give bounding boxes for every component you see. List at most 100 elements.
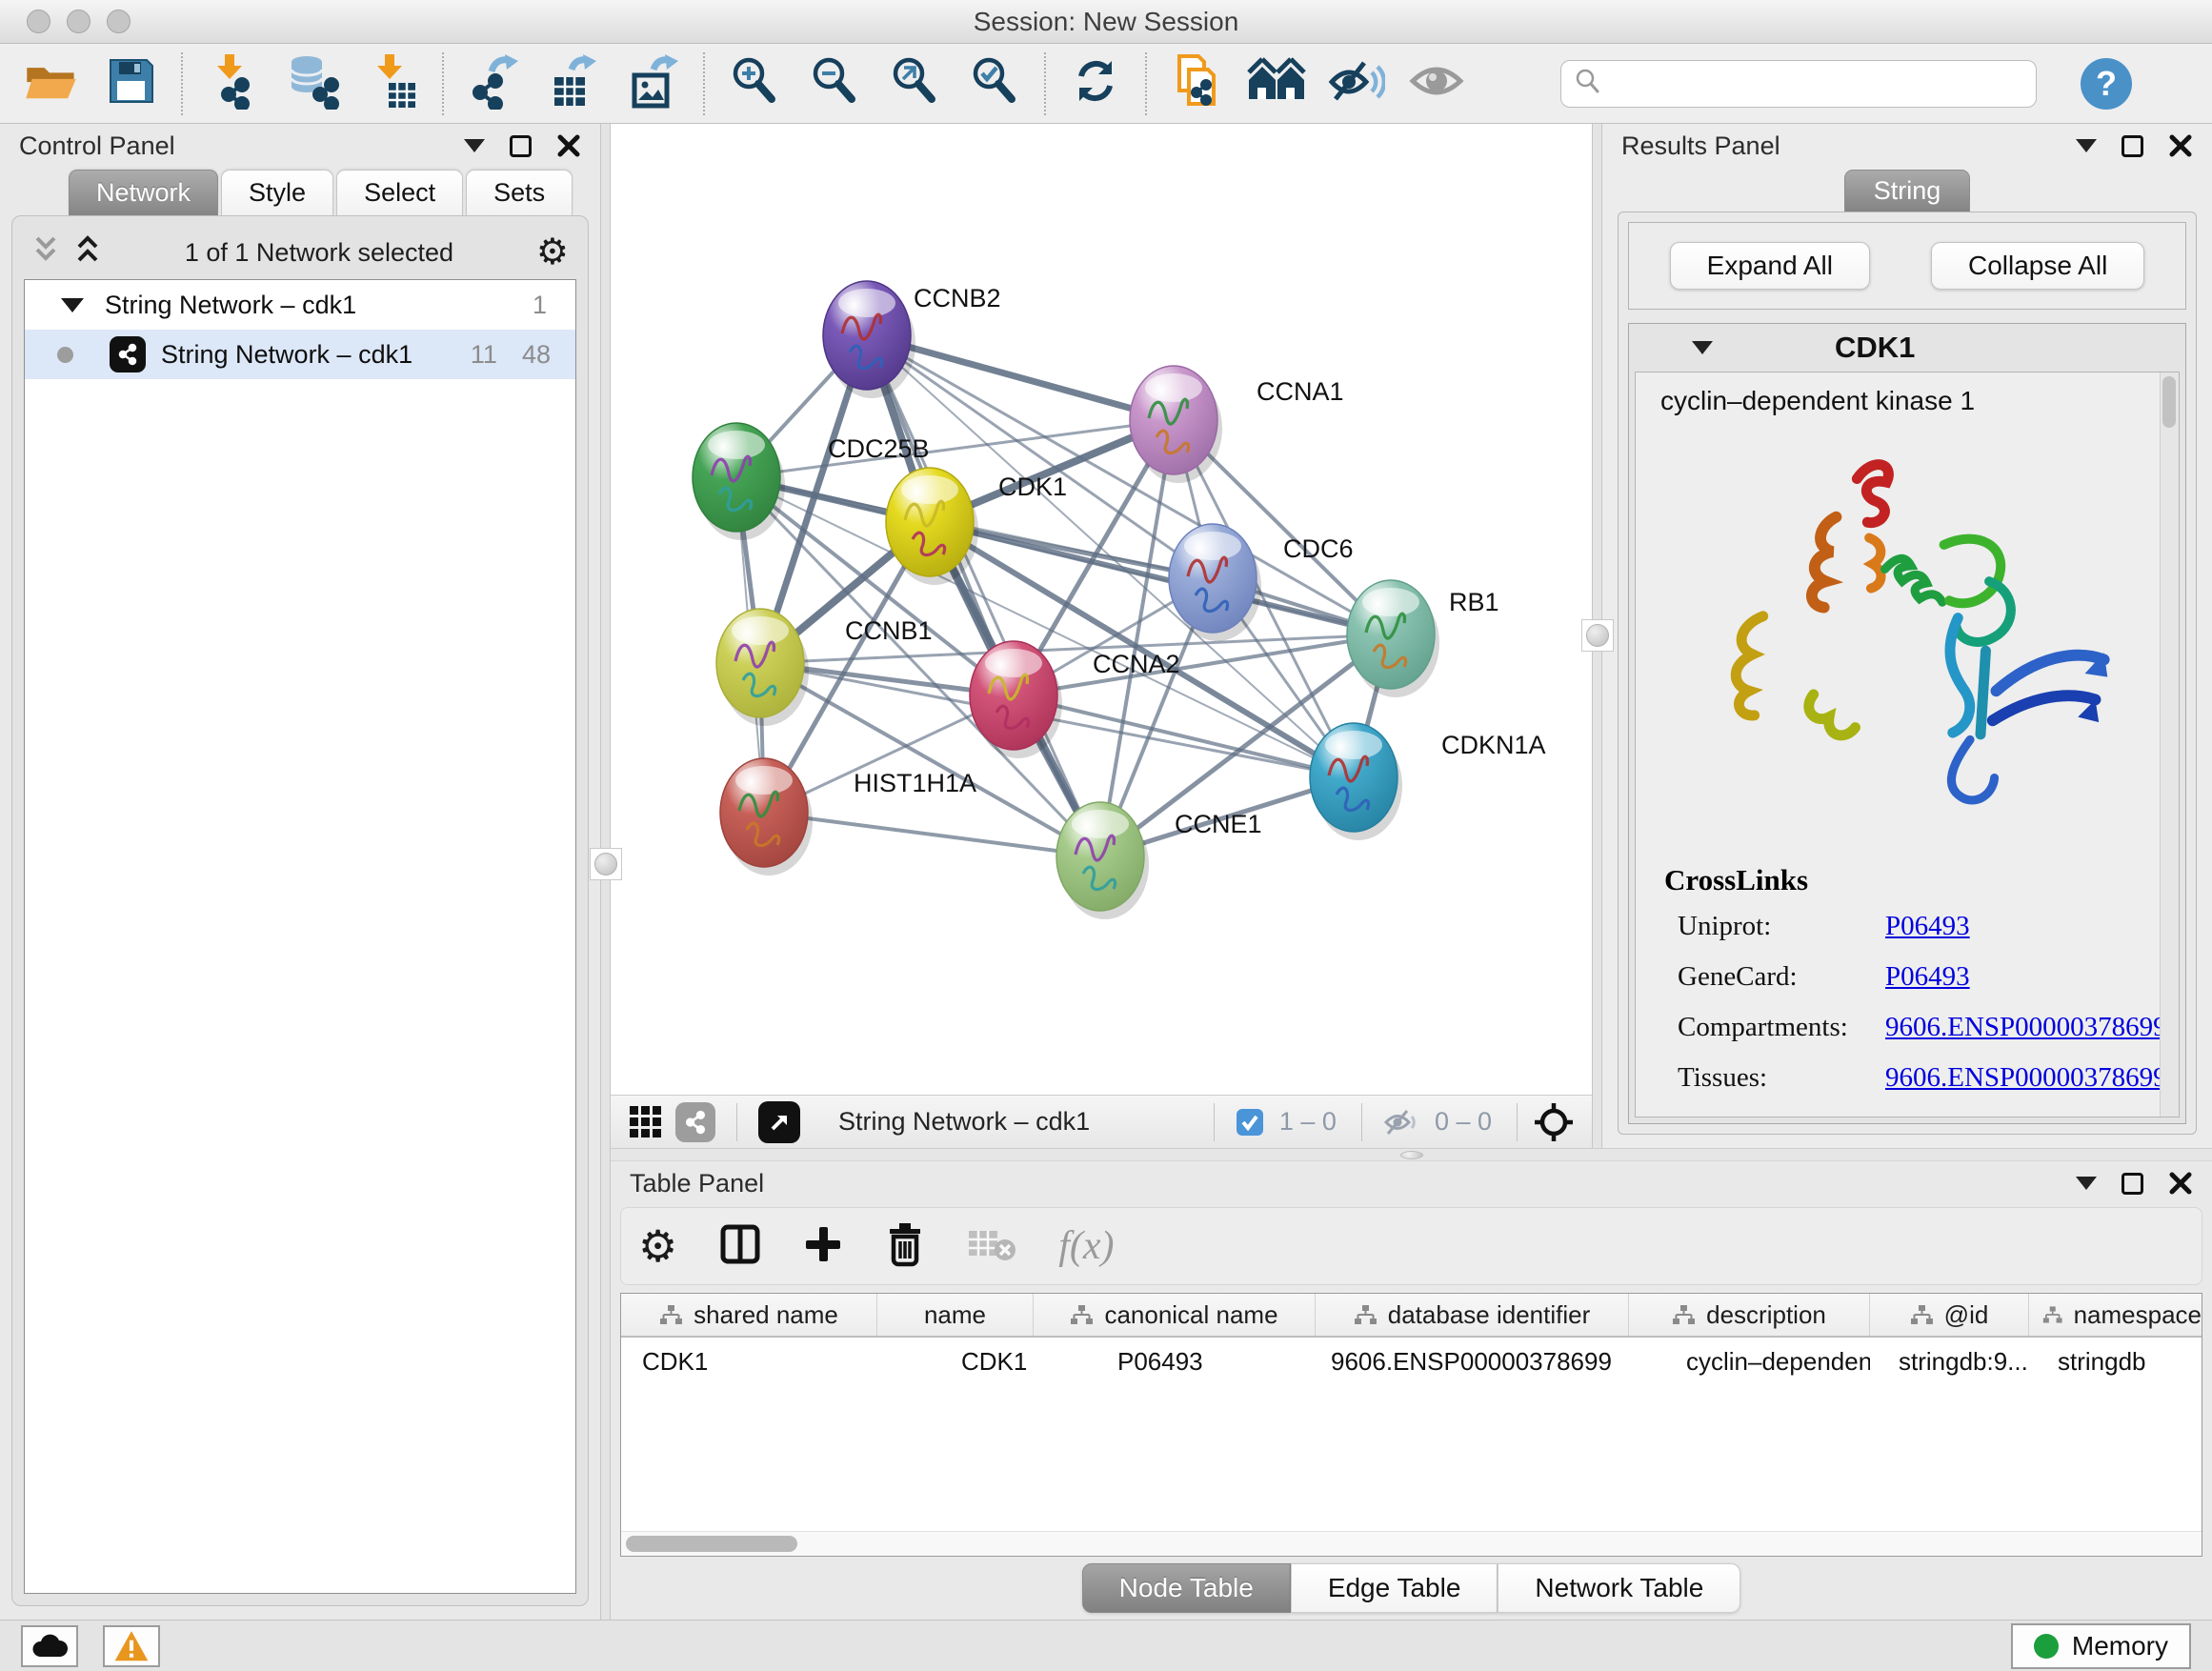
delete-column-button[interactable] [885, 1221, 925, 1272]
tab-network[interactable]: Network [69, 170, 218, 215]
zoom-fit-button[interactable] [875, 50, 955, 118]
column-header-namespace[interactable]: namespace [2029, 1294, 2202, 1336]
scrollbar-thumb[interactable] [2162, 376, 2176, 428]
tab-style[interactable]: Style [221, 170, 333, 215]
import-network-file-button[interactable] [192, 50, 272, 118]
panel-close-button[interactable] [2168, 1171, 2193, 1196]
panel-float-button[interactable] [2122, 1173, 2143, 1195]
column-header-database-identifier[interactable]: database identifier [1316, 1294, 1629, 1336]
close-window-button[interactable] [27, 10, 50, 33]
network-options-button[interactable]: ⚙ [536, 234, 569, 271]
cell-name[interactable]: CDK1 [877, 1347, 1034, 1377]
tab-edge-table[interactable]: Edge Table [1291, 1563, 1498, 1613]
collapse-all-button[interactable]: Collapse All [1931, 242, 2144, 290]
tab-network-table[interactable]: Network Table [1498, 1563, 1740, 1613]
show-columns-button[interactable] [719, 1223, 761, 1270]
import-network-database-button[interactable] [272, 50, 352, 118]
table-panel-divider[interactable] [611, 1148, 2212, 1161]
show-panel-button[interactable] [1397, 50, 1477, 118]
center-view-button[interactable] [1533, 1101, 1575, 1143]
zoom-in-button[interactable] [714, 50, 794, 118]
hidden-toggle[interactable] [1383, 1107, 1419, 1137]
network-node-CDK1[interactable] [886, 468, 978, 585]
tab-string[interactable]: String [1844, 170, 1971, 211]
add-column-button[interactable] [803, 1224, 843, 1269]
panel-menu-button[interactable] [464, 139, 485, 152]
network-type-badge[interactable] [675, 1102, 715, 1142]
expand-all-button[interactable]: Expand All [1670, 242, 1870, 290]
table-horizontal-scrollbar[interactable] [621, 1531, 2202, 1556]
network-node-CCNB2[interactable] [823, 281, 915, 398]
left-panel-divider[interactable] [600, 124, 611, 1620]
table-options-button[interactable]: ⚙ [638, 1224, 677, 1268]
column-header-description[interactable]: description [1629, 1294, 1870, 1336]
zoom-selected-button[interactable] [955, 50, 1035, 118]
search-input[interactable] [1611, 69, 2024, 98]
network-graph[interactable]: CCNB2CCNA1CDC25BCDK1CDC6RB1CCNB1CCNA2CDK… [611, 124, 1592, 1095]
network-node-CDKN1A[interactable] [1310, 723, 1402, 840]
import-table-file-button[interactable] [352, 50, 432, 118]
open-file-button[interactable] [11, 50, 91, 118]
cell-description[interactable]: cyclin–dependent ... [1629, 1347, 1870, 1377]
save-session-button[interactable] [91, 50, 171, 118]
divider-handle[interactable] [590, 848, 622, 880]
table-row[interactable]: CDK1 CDK1 P06493 9606.ENSP00000378699 cy… [621, 1338, 2202, 1385]
clone-network-view-button[interactable] [1156, 50, 1237, 118]
uniprot-link[interactable]: P06493 [1885, 911, 1970, 942]
panel-close-button[interactable] [556, 133, 581, 158]
column-header-id[interactable]: @id [1870, 1294, 2029, 1336]
maximize-window-button[interactable] [107, 10, 131, 33]
expand-all-networks-button[interactable] [73, 234, 102, 272]
birds-eye-view-button[interactable] [628, 1104, 664, 1140]
panel-menu-button[interactable] [2076, 1177, 2097, 1190]
section-collapse-icon[interactable] [1692, 341, 1713, 354]
panel-close-button[interactable] [2168, 133, 2193, 158]
network-node-CCNA2[interactable] [970, 641, 1062, 758]
tissues-link[interactable]: 9606.ENSP00000378699 [1885, 1062, 2167, 1094]
hide-panels-button[interactable] [1317, 50, 1397, 118]
panel-float-button[interactable] [510, 135, 532, 157]
home-view-button[interactable] [1237, 50, 1317, 118]
export-image-button[interactable] [613, 50, 694, 118]
toolbar-search-box[interactable] [1560, 60, 2037, 108]
network-node-RB1[interactable] [1347, 580, 1439, 697]
column-header-shared-name[interactable]: shared name [621, 1294, 877, 1336]
cell-canonical-name[interactable]: P06493 [1034, 1347, 1316, 1377]
zoom-out-button[interactable] [794, 50, 875, 118]
divider-handle[interactable] [1581, 619, 1614, 652]
tab-sets[interactable]: Sets [466, 170, 573, 215]
compartments-link[interactable]: 9606.ENSP00000378699 [1885, 1012, 2167, 1043]
export-network-button[interactable] [453, 50, 533, 118]
results-scrollbar[interactable] [2160, 372, 2179, 1117]
divider-handle[interactable] [1400, 1151, 1423, 1159]
tab-select[interactable]: Select [336, 170, 463, 215]
results-panel-divider[interactable] [1592, 124, 1602, 1148]
function-builder-button[interactable]: f(x) [1058, 1223, 1114, 1269]
node-section-header[interactable]: CDK1 [1629, 324, 2185, 372]
cell-namespace[interactable]: stringdb [2029, 1347, 2202, 1377]
network-node-CDC6[interactable] [1169, 524, 1261, 641]
network-node-HIST1H1A[interactable] [720, 758, 813, 876]
delete-table-button[interactable] [967, 1225, 1016, 1268]
network-edges[interactable] [736, 335, 1391, 856]
cell-shared-name[interactable]: CDK1 [621, 1347, 877, 1377]
refresh-layout-button[interactable] [1056, 50, 1136, 118]
network-collection-row[interactable]: String Network – cdk1 1 [25, 280, 575, 330]
genecard-link[interactable]: P06493 [1885, 961, 1970, 993]
cell-database-identifier[interactable]: 9606.ENSP00000378699 [1316, 1347, 1629, 1377]
collapse-all-networks-button[interactable] [31, 234, 60, 272]
network-node-CCNA1[interactable] [1130, 366, 1222, 483]
help-button[interactable]: ? [2079, 56, 2134, 111]
tab-node-table[interactable]: Node Table [1082, 1563, 1291, 1613]
warning-status-button[interactable] [103, 1625, 160, 1667]
scrollbar-thumb[interactable] [626, 1536, 797, 1552]
network-node-CCNE1[interactable] [1056, 802, 1149, 919]
cloud-status-button[interactable] [21, 1625, 78, 1667]
panel-menu-button[interactable] [2076, 139, 2097, 152]
panel-float-button[interactable] [2122, 135, 2143, 157]
network-row-selected[interactable]: String Network – cdk1 11 48 [25, 330, 575, 379]
goto-network-button[interactable] [758, 1101, 800, 1143]
network-canvas[interactable]: CCNB2CCNA1CDC25BCDK1CDC6RB1CCNB1CCNA2CDK… [611, 124, 1592, 1095]
cell-id[interactable]: stringdb:9... [1870, 1347, 2029, 1377]
network-edge[interactable] [764, 813, 1100, 856]
